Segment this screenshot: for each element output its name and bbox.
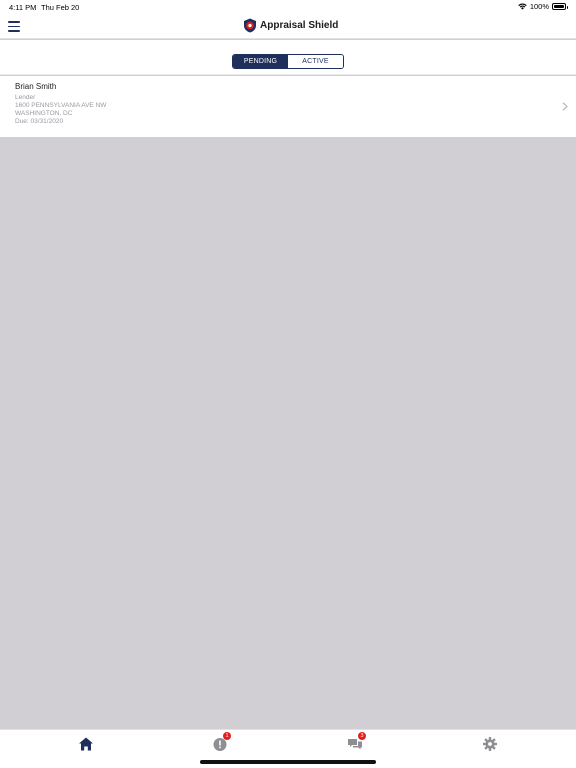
nav-bar: Appraisal Shield <box>0 14 576 39</box>
chevron-right-icon <box>562 102 568 111</box>
appraisal-list: Brian Smith Lender 1600 PENNSYLVANIA AVE… <box>0 76 576 137</box>
gear-icon <box>483 737 497 751</box>
status-date: Thu Feb 20 <box>41 3 80 12</box>
battery-icon <box>552 3 568 10</box>
status-bar: 4:11 PM Thu Feb 20 100% <box>0 0 576 14</box>
status-segmented-control: PENDING ACTIVE <box>232 54 344 69</box>
contact-role: Lender <box>15 94 36 101</box>
segment-pending[interactable]: PENDING <box>233 55 288 68</box>
status-time: 4:11 PM <box>9 3 37 12</box>
tab-alerts[interactable]: 1 <box>212 732 231 752</box>
home-icon <box>79 737 93 751</box>
menu-icon[interactable] <box>8 21 21 32</box>
tab-home[interactable] <box>78 736 94 752</box>
status-right: 100% <box>518 2 568 11</box>
app-title: Appraisal Shield <box>260 20 339 31</box>
alerts-badge: 1 <box>223 732 231 740</box>
tab-messages[interactable]: 3 <box>347 732 366 752</box>
tab-settings[interactable] <box>482 736 498 752</box>
list-item[interactable]: Brian Smith Lender 1600 PENNSYLVANIA AVE… <box>0 76 576 137</box>
shield-logo-icon <box>244 18 256 33</box>
contact-name: Brian Smith <box>15 82 57 91</box>
address-city: WASHINGTON, DC <box>15 110 73 117</box>
segment-active[interactable]: ACTIVE <box>288 55 343 68</box>
home-indicator <box>200 760 376 764</box>
address-street: 1600 PENNSYLVANIA AVE NW <box>15 102 107 109</box>
messages-badge: 3 <box>358 732 366 740</box>
segment-area: PENDING ACTIVE <box>0 40 576 75</box>
brand: Appraisal Shield <box>243 18 338 33</box>
battery-percent: 100% <box>529 2 549 11</box>
wifi-icon <box>518 3 527 10</box>
due-date: Due: 03/31/2020 <box>15 118 64 125</box>
